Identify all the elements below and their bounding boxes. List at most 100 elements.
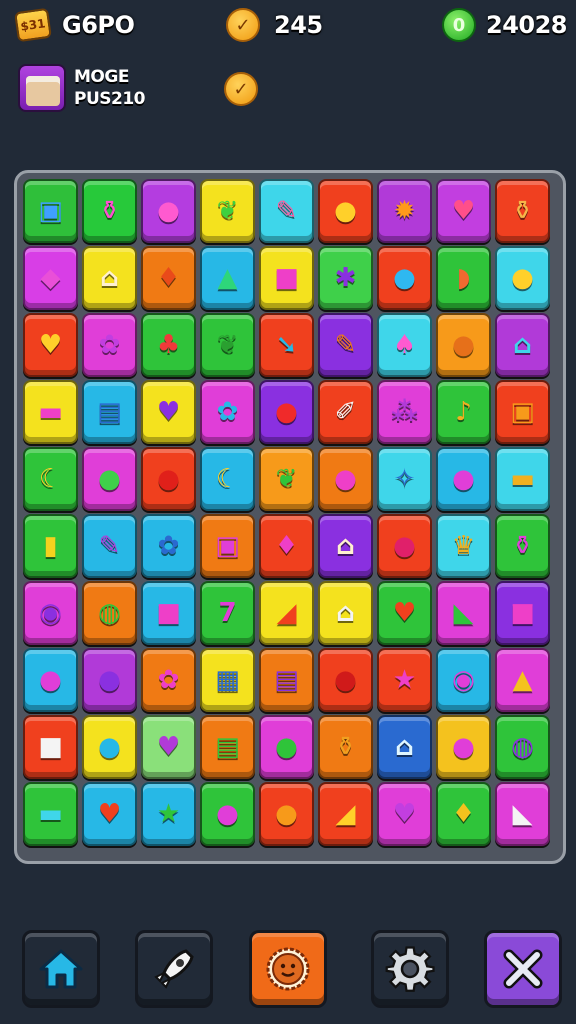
board-tile[interactable]: ♥ bbox=[82, 782, 137, 846]
board-tile[interactable]: ● bbox=[318, 648, 373, 712]
board-tile[interactable]: ♦ bbox=[141, 246, 196, 310]
board-tile[interactable]: 7 bbox=[200, 581, 255, 645]
board-tile[interactable]: ⌂ bbox=[377, 715, 432, 779]
box-icon: ▣ bbox=[510, 397, 535, 427]
board-tile[interactable]: ● bbox=[259, 715, 314, 779]
board-tile[interactable]: ▤ bbox=[82, 380, 137, 444]
board-tile[interactable]: ✿ bbox=[82, 313, 137, 377]
board-tile[interactable]: ♣ bbox=[141, 313, 196, 377]
board-tile[interactable]: ✹ bbox=[377, 179, 432, 243]
board-tile[interactable]: ■ bbox=[259, 246, 314, 310]
board-tile[interactable]: ● bbox=[23, 648, 78, 712]
board-tile[interactable]: ⌂ bbox=[318, 514, 373, 578]
board-tile[interactable]: ⚱ bbox=[495, 179, 550, 243]
board-tile[interactable]: ❦ bbox=[259, 447, 314, 511]
settings-button[interactable] bbox=[371, 930, 449, 1008]
board-tile[interactable]: ✎ bbox=[82, 514, 137, 578]
board-tile[interactable]: ♥ bbox=[23, 313, 78, 377]
board-tile[interactable]: ◆ bbox=[23, 246, 78, 310]
board-tile[interactable]: ⚱ bbox=[82, 179, 137, 243]
board-tile[interactable]: ✧ bbox=[377, 447, 432, 511]
board-tile[interactable]: ➘ bbox=[259, 313, 314, 377]
board-tile[interactable]: ✱ bbox=[318, 246, 373, 310]
board-tile[interactable]: ▲ bbox=[200, 246, 255, 310]
board-tile[interactable]: ⌂ bbox=[495, 313, 550, 377]
board-tile[interactable]: ◉ bbox=[23, 581, 78, 645]
board-tile[interactable]: ● bbox=[82, 715, 137, 779]
board-tile[interactable]: ❦ bbox=[200, 179, 255, 243]
board-tile[interactable]: ✿ bbox=[200, 380, 255, 444]
board-tile[interactable]: ▬ bbox=[23, 380, 78, 444]
close-button[interactable] bbox=[484, 930, 562, 1008]
board-tile[interactable]: ❦ bbox=[200, 313, 255, 377]
coin-counter[interactable]: ✓ 245 bbox=[226, 8, 323, 42]
board-tile[interactable]: ✎ bbox=[259, 179, 314, 243]
board-tile[interactable]: ■ bbox=[23, 715, 78, 779]
board-tile[interactable]: ◣ bbox=[436, 581, 491, 645]
board-tile[interactable]: ⚱ bbox=[318, 715, 373, 779]
board-tile[interactable]: ● bbox=[259, 380, 314, 444]
board-tile[interactable]: ♪ bbox=[436, 380, 491, 444]
board-tile[interactable]: ● bbox=[495, 246, 550, 310]
center-play-button[interactable] bbox=[249, 930, 327, 1008]
gem-counter[interactable]: 0 24028 bbox=[442, 8, 568, 42]
board-tile[interactable]: ▣ bbox=[23, 179, 78, 243]
board-tile[interactable]: ☾ bbox=[200, 447, 255, 511]
board-tile[interactable]: ● bbox=[318, 179, 373, 243]
board-tile[interactable]: ● bbox=[377, 246, 432, 310]
board-tile[interactable]: ● bbox=[200, 782, 255, 846]
board-tile[interactable]: ▣ bbox=[200, 514, 255, 578]
board-tile[interactable]: ● bbox=[377, 514, 432, 578]
board-tile[interactable]: ◣ bbox=[495, 782, 550, 846]
board-tile[interactable]: ▬ bbox=[23, 782, 78, 846]
board-tile[interactable]: ▲ bbox=[495, 648, 550, 712]
board-tile[interactable]: ♥ bbox=[141, 380, 196, 444]
board-tile[interactable]: ● bbox=[318, 447, 373, 511]
board-tile[interactable]: ✿ bbox=[141, 648, 196, 712]
board-tile[interactable]: ■ bbox=[141, 581, 196, 645]
board-tile[interactable]: ▣ bbox=[495, 380, 550, 444]
board-tile[interactable]: ★ bbox=[141, 782, 196, 846]
board-tile[interactable]: ♥ bbox=[377, 581, 432, 645]
board-tile[interactable]: ▤ bbox=[200, 715, 255, 779]
board-tile[interactable]: ◢ bbox=[259, 581, 314, 645]
board-tile[interactable]: ✎ bbox=[318, 313, 373, 377]
board-tile[interactable]: ▤ bbox=[259, 648, 314, 712]
board-tile[interactable]: ✐ bbox=[318, 380, 373, 444]
board-tile[interactable]: ✿ bbox=[141, 514, 196, 578]
board-tile[interactable]: ▦ bbox=[200, 648, 255, 712]
board-tile[interactable]: ▮ bbox=[23, 514, 78, 578]
board-tile[interactable]: ⌂ bbox=[82, 246, 137, 310]
board-tile[interactable]: ⌂ bbox=[318, 581, 373, 645]
bonus-coin[interactable]: ✓ bbox=[224, 72, 258, 106]
profile-card[interactable]: MOGE PUS210 bbox=[18, 64, 146, 112]
board-tile[interactable]: ▬ bbox=[495, 447, 550, 511]
home-button[interactable] bbox=[22, 930, 100, 1008]
boost-button[interactable] bbox=[135, 930, 213, 1008]
board-tile[interactable]: ♥ bbox=[141, 715, 196, 779]
board-tile[interactable]: ♥ bbox=[377, 782, 432, 846]
board-tile[interactable]: ■ bbox=[495, 581, 550, 645]
board-tile[interactable]: ◢ bbox=[318, 782, 373, 846]
board-tile[interactable]: ♛ bbox=[436, 514, 491, 578]
board-tile[interactable]: ◍ bbox=[495, 715, 550, 779]
board-tile[interactable]: ⁂ bbox=[377, 380, 432, 444]
board-tile[interactable]: ● bbox=[82, 648, 137, 712]
board-tile[interactable]: ● bbox=[436, 447, 491, 511]
board-tile[interactable]: ● bbox=[141, 179, 196, 243]
board-tile[interactable]: ● bbox=[259, 782, 314, 846]
board-tile[interactable]: ● bbox=[141, 447, 196, 511]
board-tile[interactable]: ● bbox=[436, 313, 491, 377]
board-tile[interactable]: ♥ bbox=[436, 179, 491, 243]
board-tile[interactable]: ♠ bbox=[377, 313, 432, 377]
board-tile[interactable]: ● bbox=[82, 447, 137, 511]
board-tile[interactable]: ◉ bbox=[436, 648, 491, 712]
board-tile[interactable]: ● bbox=[436, 715, 491, 779]
board-tile[interactable]: ⚱ bbox=[495, 514, 550, 578]
board-tile[interactable]: ◍ bbox=[82, 581, 137, 645]
board-tile[interactable]: ♦ bbox=[436, 782, 491, 846]
board-tile[interactable]: ◗ bbox=[436, 246, 491, 310]
board-tile[interactable]: ♦ bbox=[259, 514, 314, 578]
board-tile[interactable]: ★ bbox=[377, 648, 432, 712]
board-tile[interactable]: ☾ bbox=[23, 447, 78, 511]
